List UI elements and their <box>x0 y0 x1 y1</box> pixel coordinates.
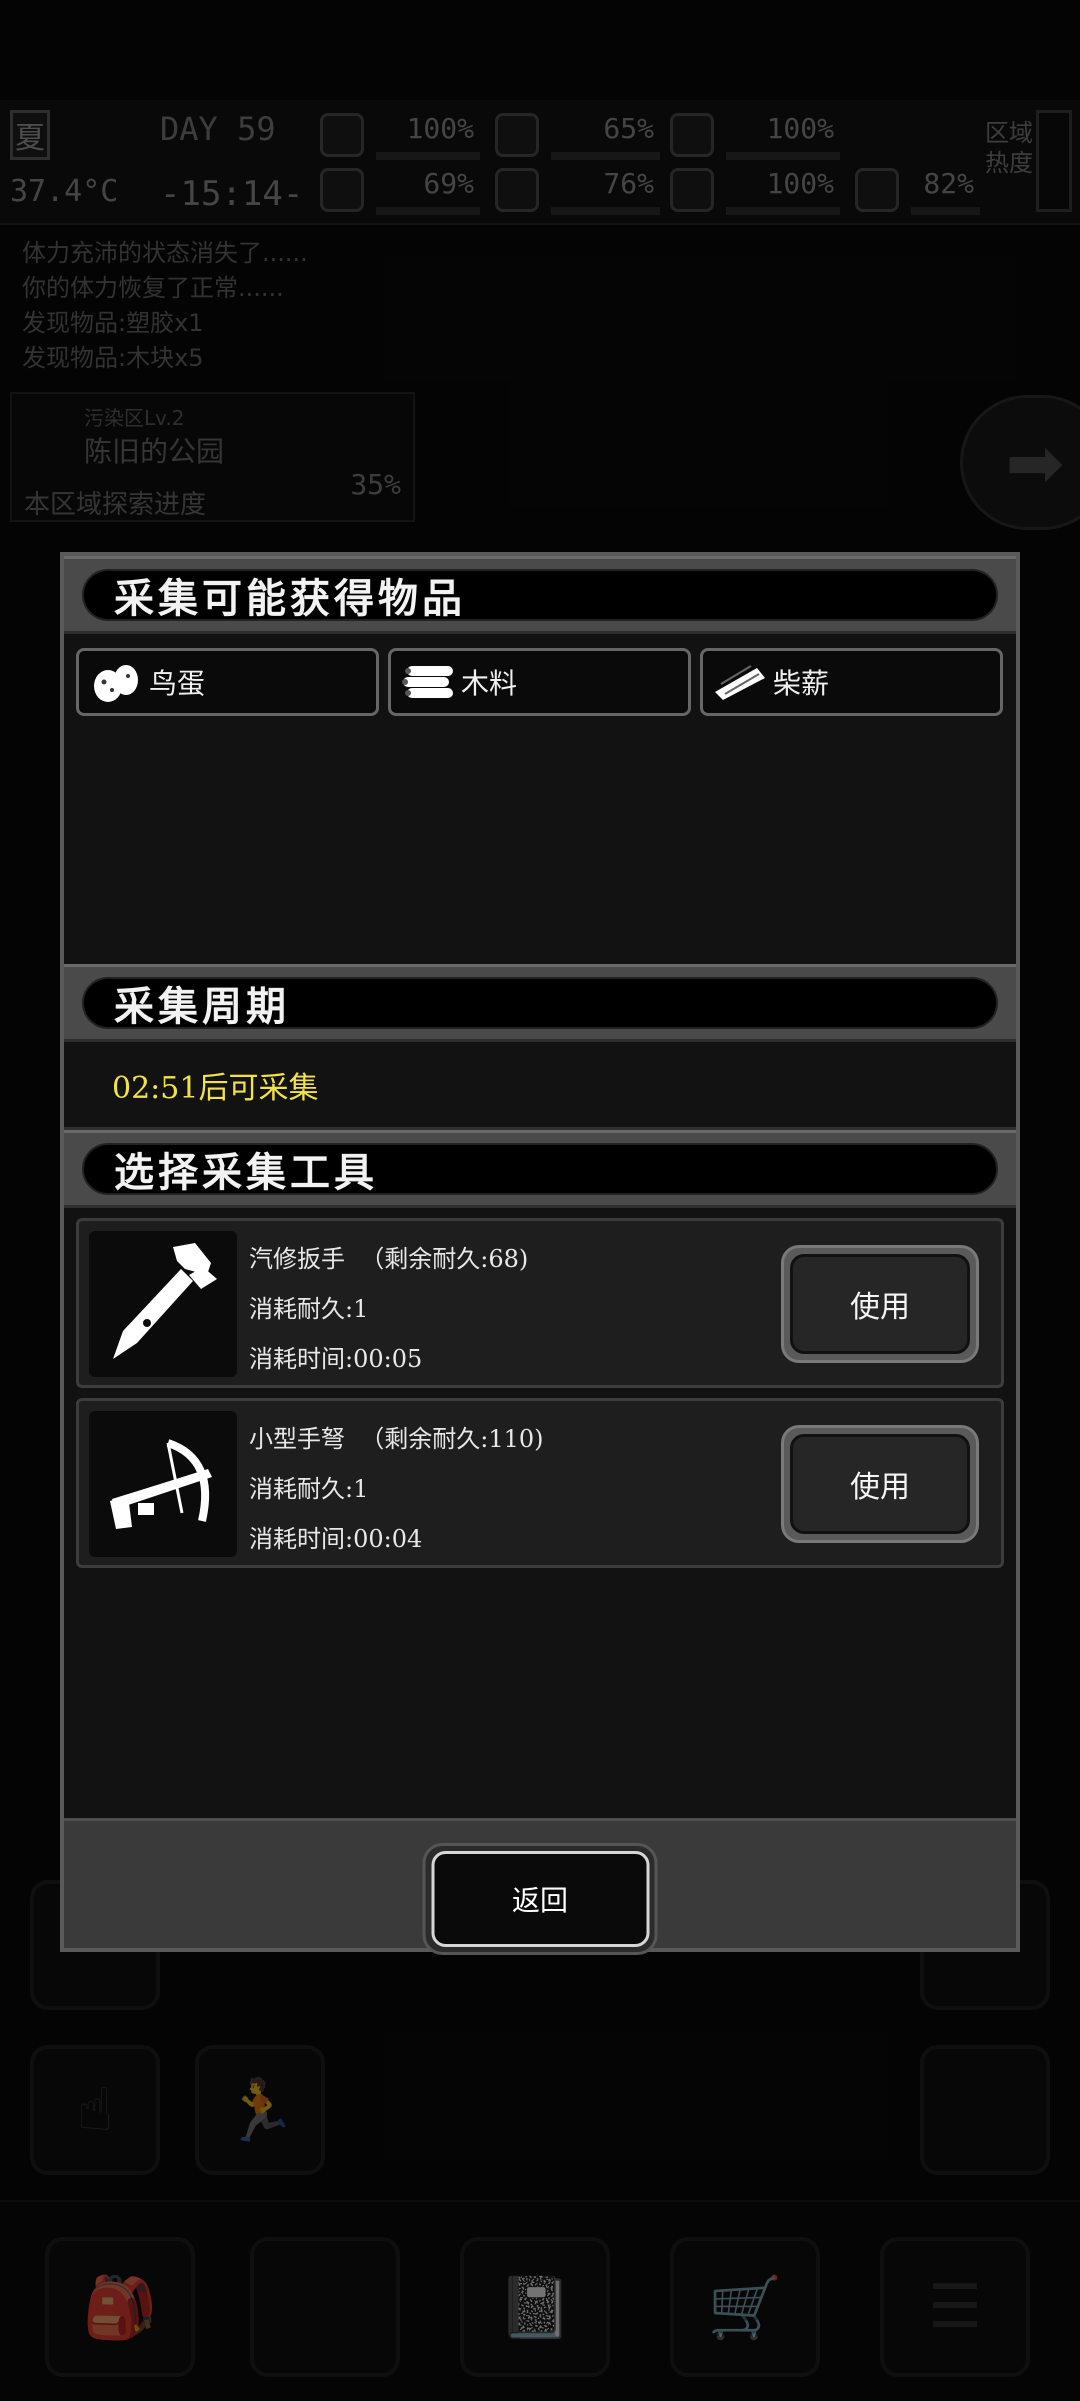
log-line: 发现物品:塑胶x1 <box>22 309 204 337</box>
log-line: 发现物品:木块x5 <box>22 344 204 372</box>
area-progress-label: 本区域探索进度 <box>24 490 207 520</box>
stat-medkit: 100% <box>320 110 480 160</box>
log-line: 体力充沛的状态消失了...... <box>22 239 308 267</box>
day-number: 59 <box>237 110 276 148</box>
use-button[interactable]: 使用 <box>781 1425 979 1543</box>
crossbow-icon <box>89 1411 237 1557</box>
stat-thirst: 76% <box>495 165 660 215</box>
backpack-button[interactable]: 🎒 <box>45 2237 195 2377</box>
tool-cost: 消耗耐久:1 <box>249 1475 369 1503</box>
use-button[interactable]: 使用 <box>781 1245 979 1363</box>
area-name: 陈旧的公园 <box>84 435 225 468</box>
running-man-icon: 🏃 <box>222 2075 298 2146</box>
temperature-readout: 37.4°C <box>10 174 119 209</box>
dialog-footer: 返回 <box>64 1818 1016 1955</box>
tool-time: 消耗时间:00:04 <box>249 1525 423 1553</box>
tool-durability: （剩余耐久:68) <box>360 1245 529 1273</box>
items-header: 采集可能获得物品 <box>64 556 1016 634</box>
use-button-label: 使用 <box>790 1254 970 1354</box>
back-button[interactable]: 返回 <box>422 1843 658 1955</box>
tools-header: 选择采集工具 <box>64 1130 1016 1208</box>
interact-button[interactable]: ☝ <box>30 2045 160 2175</box>
tool-cost: 消耗耐久:1 <box>249 1295 369 1323</box>
run-button[interactable]: 🏃 <box>195 2045 325 2175</box>
logs-icon <box>399 657 457 707</box>
item-name: 鸟蛋 <box>149 667 206 700</box>
possible-items-area: 鸟蛋 木料 柴薪 <box>64 634 1016 964</box>
area-heat-bar <box>1036 110 1072 212</box>
shop-button[interactable]: 🛒 <box>670 2237 820 2377</box>
cycle-header: 采集周期 <box>64 964 1016 1042</box>
item-name: 木料 <box>461 667 518 700</box>
item-name: 柴薪 <box>773 667 830 700</box>
firewood-icon <box>711 657 769 707</box>
item-chip-wood[interactable]: 木料 <box>388 648 691 716</box>
items-header-title: 采集可能获得物品 <box>114 575 466 622</box>
hand-pointer-icon: ☝ <box>76 2075 114 2145</box>
area-heat-label: 区域热度 <box>985 119 1033 177</box>
water-drop-icon <box>495 168 539 212</box>
skills-button[interactable] <box>250 2237 400 2377</box>
stat-mind: 69% <box>320 165 480 215</box>
back-button-label: 返回 <box>431 1851 649 1947</box>
notebook-icon: 📓 <box>497 2272 573 2343</box>
cart-icon: 🛒 <box>707 2272 783 2343</box>
stat-hunger: 65% <box>495 110 660 160</box>
backpack-icon: 🎒 <box>82 2272 158 2343</box>
heart-icon <box>670 168 714 212</box>
cycle-body: 02:51后可采集 <box>64 1042 1016 1130</box>
stat-noise: 82% <box>855 165 980 215</box>
item-chip-firewood[interactable]: 柴薪 <box>700 648 1003 716</box>
bottom-dock: 🎒 📓 🛒 ☰ <box>0 2200 1080 2401</box>
log-line: 你的体力恢复了正常...... <box>22 274 284 302</box>
tool-time: 消耗时间:00:05 <box>249 1345 423 1373</box>
area-level: 污染区Lv.2 <box>84 406 185 430</box>
cycle-countdown: 02:51后可采集 <box>112 1070 319 1106</box>
use-button-label: 使用 <box>790 1434 970 1534</box>
tool-name: 小型手弩 <box>249 1425 345 1453</box>
message-log: 体力充沛的状态消失了...... 你的体力恢复了正常...... 发现物品:塑胶… <box>22 236 308 376</box>
cycle-header-title: 采集周期 <box>114 983 290 1030</box>
tool-name: 汽修扳手 <box>249 1245 345 1273</box>
area-progress-pct: 35% <box>350 468 401 501</box>
day-label: DAY <box>160 110 218 148</box>
armor-icon <box>670 113 714 157</box>
egg-icon <box>87 657 145 707</box>
area-panel: 污染区Lv.2 陈旧的公园 本区域探索进度 35% <box>10 392 415 522</box>
notes-button[interactable]: 📓 <box>460 2237 610 2377</box>
medkit-icon <box>320 113 364 157</box>
tool-card-wrench: 汽修扳手 （剩余耐久:68) 消耗耐久:1 消耗时间:00:05 使用 <box>76 1218 1004 1388</box>
clock: -15:14- <box>160 174 304 214</box>
volume-icon <box>855 168 899 212</box>
tools-header-title: 选择采集工具 <box>114 1149 378 1196</box>
brain-icon <box>320 168 364 212</box>
menu-button[interactable]: ☰ <box>880 2237 1030 2377</box>
stat-armor: 100% <box>670 110 840 160</box>
menu-list-icon: ☰ <box>928 2272 982 2342</box>
wrench-axe-icon <box>89 1231 237 1377</box>
arrow-right-icon: ➡ <box>1005 421 1065 504</box>
combat-button[interactable] <box>920 2045 1050 2175</box>
item-chip-egg[interactable]: 鸟蛋 <box>76 648 379 716</box>
tool-card-crossbow: 小型手弩 （剩余耐久:110) 消耗耐久:1 消耗时间:00:04 使用 <box>76 1398 1004 1568</box>
day-panel: DAY 59 -15:14- <box>160 110 320 214</box>
season-panel: 夏 37.4°C <box>10 110 135 220</box>
tool-durability: （剩余耐久:110) <box>360 1425 544 1453</box>
stat-health: 100% <box>670 165 840 215</box>
gather-dialog: 采集可能获得物品 鸟蛋 木料 柴薪 采集周期 02:51后可采集 选择采集工具 … <box>60 552 1020 1955</box>
season-label: 夏 <box>10 110 50 160</box>
next-area-button[interactable]: ➡ <box>960 395 1080 530</box>
stomach-icon <box>495 113 539 157</box>
tools-area: 汽修扳手 （剩余耐久:68) 消耗耐久:1 消耗时间:00:05 使用 小型手弩… <box>64 1208 1016 1818</box>
